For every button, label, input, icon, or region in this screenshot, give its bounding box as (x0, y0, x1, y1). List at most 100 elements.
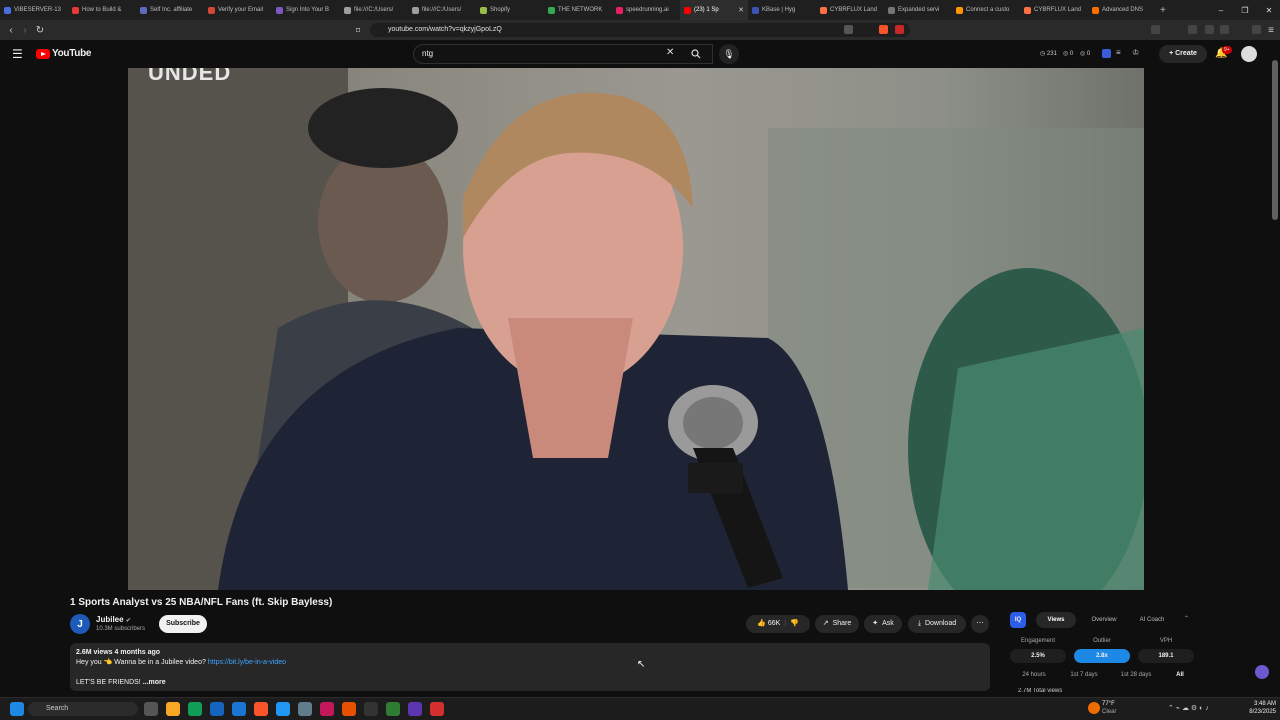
browser-tab[interactable]: file:///C:/Users/ (340, 0, 408, 20)
file-explorer-icon[interactable] (166, 702, 180, 716)
hamburger-icon[interactable]: ☰ (12, 47, 23, 61)
browser-tab[interactable]: Verify your Email (204, 0, 272, 20)
browser-tab[interactable]: speedrunning.ai (612, 0, 680, 20)
weather-icon[interactable] (1088, 702, 1100, 714)
show-more-link[interactable]: ...more (143, 679, 166, 686)
clock-date[interactable]: 8/23/2025 (1238, 709, 1276, 715)
more-actions-icon[interactable]: ⋯ (971, 615, 989, 633)
new-tab-button[interactable]: + (1156, 0, 1174, 20)
shield-icon[interactable] (1252, 25, 1261, 34)
brave-icon[interactable] (254, 702, 268, 716)
favicon-icon (752, 6, 759, 14)
brave-shield-icon[interactable] (879, 25, 888, 34)
browser-tab[interactable]: Expanded servi (884, 0, 952, 20)
channel-avatar[interactable]: J (70, 614, 90, 634)
sidebar-icon[interactable] (1205, 25, 1214, 34)
page-scrollbar[interactable] (1272, 60, 1278, 220)
task-view-icon[interactable] (144, 702, 158, 716)
list-icon[interactable]: ≡ (1116, 48, 1121, 57)
app-icon[interactable] (298, 702, 312, 716)
like-button[interactable]: 👍 66K (757, 615, 780, 633)
url-field[interactable]: youtube.com/watch?v=qkzyjGpoLzQ (370, 23, 910, 37)
excel-icon[interactable] (386, 702, 400, 716)
vidiq-badge: IQ (1010, 612, 1026, 628)
video-player[interactable]: UNDED (128, 68, 1144, 590)
terminal-icon[interactable] (364, 702, 378, 716)
maximize-button[interactable]: ❐ (1234, 0, 1256, 20)
share-button[interactable]: ↗ Share (815, 615, 859, 633)
close-tab-icon[interactable]: ✕ (738, 6, 744, 14)
create-button[interactable]: + Create (1159, 45, 1207, 63)
vidiq-icon[interactable] (1102, 49, 1111, 58)
app-icon[interactable] (408, 702, 422, 716)
tray-icons[interactable]: ⌃ ⌁ ☁ ⚙ ◐ ♪ (1168, 704, 1209, 712)
favicon-icon (1092, 6, 1099, 14)
browser-tab[interactable]: CYBRFLUX Land (816, 0, 884, 20)
weather-temp[interactable]: 77°F (1102, 701, 1115, 707)
edge-icon[interactable] (188, 702, 202, 716)
ask-button[interactable]: ✦ Ask (864, 615, 902, 633)
avatar[interactable] (1241, 46, 1257, 62)
store-icon[interactable] (210, 702, 224, 716)
browser-tab[interactable]: file:///C:/Users/ (408, 0, 476, 20)
browser-tab[interactable]: CYBRFLUX Land (1020, 0, 1088, 20)
close-window-button[interactable]: ✕ (1258, 0, 1280, 20)
extension-icon[interactable] (1151, 25, 1160, 34)
dislike-icon[interactable]: 👎 (790, 615, 799, 633)
extension-icon[interactable] (844, 25, 853, 34)
outlook-icon[interactable] (232, 702, 246, 716)
mic-icon[interactable]: 🎙 (719, 44, 739, 64)
video-overlay-text: UNDED (148, 68, 232, 85)
browser-tab[interactable]: KBase | Hyg (748, 0, 816, 20)
youtube-logo-text[interactable]: YouTube (52, 48, 92, 59)
tab-label: How to Build & (82, 7, 122, 13)
range-all[interactable]: All (1158, 672, 1202, 678)
trophy-icon[interactable]: ♔ (1132, 48, 1139, 57)
browser-tab[interactable]: How to Build & (68, 0, 136, 20)
search-button[interactable] (683, 44, 709, 64)
extension-icon[interactable] (1188, 25, 1197, 34)
range-28d[interactable]: 1st 28 days (1114, 672, 1158, 678)
bookmark-icon[interactable]: ⌑ (351, 23, 365, 37)
tab-ai-coach[interactable]: AI Coach (1130, 612, 1174, 628)
browser-tab[interactable]: Self Inc. affiliate (136, 0, 204, 20)
minimize-button[interactable]: – (1210, 0, 1232, 20)
browser-tab[interactable]: (23) 1 Sp ✕ (680, 0, 748, 20)
app-icon[interactable] (430, 702, 444, 716)
video-description[interactable]: 2.6M views 4 months ago Hey you 👈 Wanna … (70, 643, 990, 691)
browser-tab[interactable]: VIBESERVER-13 (0, 0, 68, 20)
browser-tab[interactable]: Connect a custo (952, 0, 1020, 20)
download-button[interactable]: ⤓ Download (908, 615, 966, 633)
tab-views[interactable]: Views (1036, 612, 1076, 628)
back-icon[interactable]: ‹ (4, 23, 18, 37)
weather-condition: Clear (1102, 709, 1117, 715)
app-icon[interactable] (320, 702, 334, 716)
menu-icon[interactable]: ≡ (1264, 23, 1278, 37)
brave-rewards-icon[interactable] (895, 25, 904, 34)
clear-search-icon[interactable]: ✕ (666, 47, 674, 58)
description-link[interactable]: https://bit.ly/be-in-a-video (208, 659, 286, 666)
app-icon[interactable] (342, 702, 356, 716)
assistant-icon[interactable] (1255, 665, 1269, 679)
taskbar-search-input[interactable]: Search (28, 702, 138, 716)
range-24h[interactable]: 24 hours (1012, 672, 1056, 678)
vscode-icon[interactable] (276, 702, 290, 716)
browser-tab[interactable]: Sign Into Your B (272, 0, 340, 20)
favicon-icon (956, 6, 963, 14)
tab-overview[interactable]: Overview (1084, 612, 1124, 628)
reload-icon[interactable]: ↻ (33, 23, 47, 37)
windows-start-icon[interactable] (10, 702, 24, 716)
range-7d[interactable]: 1st 7 days (1062, 672, 1106, 678)
browser-tab[interactable]: THE NETWORK (544, 0, 612, 20)
browser-tab[interactable]: Advanced DNS (1088, 0, 1156, 20)
youtube-logo-icon[interactable] (36, 49, 50, 59)
collapse-icon[interactable]: ⌃ (1184, 615, 1189, 622)
clock-time[interactable]: 3:48 AM (1238, 701, 1276, 707)
browser-tab[interactable]: Shopify (476, 0, 544, 20)
forward-icon[interactable]: › (18, 23, 32, 37)
channel-name[interactable]: Jubilee ✔ (96, 615, 131, 624)
subscribe-button[interactable]: Subscribe (159, 615, 207, 633)
tab-label: THE NETWORK (558, 7, 603, 13)
favicon-icon (548, 6, 555, 14)
wallet-icon[interactable] (1220, 25, 1229, 34)
